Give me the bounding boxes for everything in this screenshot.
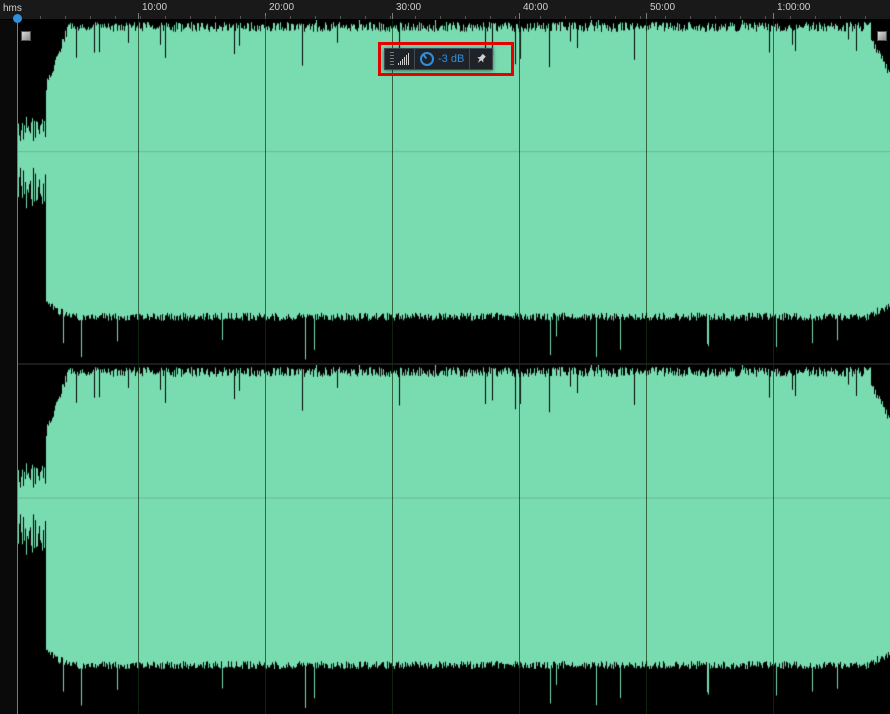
fade-in-handle[interactable] bbox=[21, 31, 31, 41]
volume-hud[interactable]: -3 dB bbox=[384, 48, 493, 70]
volume-value: -3 dB bbox=[438, 53, 464, 65]
hud-pin-button[interactable] bbox=[470, 49, 492, 69]
track-gutter bbox=[0, 20, 18, 714]
volume-bars-icon bbox=[398, 53, 409, 65]
fade-out-handle[interactable] bbox=[877, 31, 887, 41]
tracks-area[interactable] bbox=[18, 20, 890, 714]
waveform-channel-right[interactable] bbox=[18, 365, 890, 714]
playhead-line bbox=[17, 20, 18, 714]
grip-icon bbox=[390, 52, 394, 66]
playhead-marker[interactable] bbox=[13, 14, 22, 23]
pin-icon bbox=[475, 53, 487, 65]
timeline-ruler[interactable]: hms 10:0020:0030:0040:0050:001:00:00 bbox=[0, 0, 890, 20]
hud-drag-handle[interactable] bbox=[385, 49, 415, 69]
volume-knob-icon[interactable] bbox=[420, 52, 434, 66]
hud-volume-control[interactable]: -3 dB bbox=[415, 49, 470, 69]
audio-editor: hms 10:0020:0030:0040:0050:001:00:00 bbox=[0, 0, 890, 714]
ruler-units-label: hms bbox=[3, 3, 22, 14]
waveform-channel-left[interactable] bbox=[18, 20, 890, 365]
